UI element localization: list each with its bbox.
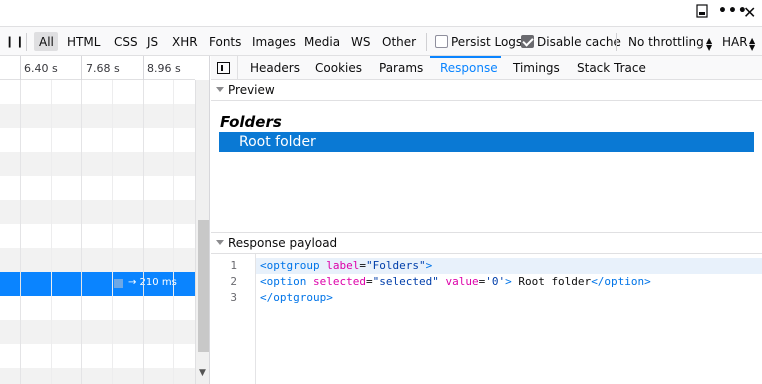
table-row[interactable] xyxy=(0,344,195,368)
tab-cookies[interactable]: Cookies xyxy=(315,61,362,75)
tab-response[interactable]: Response xyxy=(440,61,498,75)
tab-stack-trace[interactable]: Stack Trace xyxy=(577,61,646,75)
table-row[interactable] xyxy=(0,200,195,224)
request-list-scrollbar[interactable]: ▼ xyxy=(195,80,209,384)
table-row[interactable] xyxy=(0,80,195,104)
window-controls: ••• ✕ xyxy=(0,0,762,26)
request-list: 6.40 s 7.68 s 8.96 s → 210 ms ▼ xyxy=(0,56,210,384)
filter-other-button[interactable]: Other xyxy=(382,35,416,49)
dock-side-icon[interactable] xyxy=(696,4,708,22)
filter-xhr-button[interactable]: XHR xyxy=(172,35,198,49)
filter-html-button[interactable]: HTML xyxy=(67,35,100,49)
tab-headers[interactable]: Headers xyxy=(250,61,300,75)
html-preview: Folders Root folder xyxy=(211,102,762,232)
request-rows: → 210 ms xyxy=(0,80,195,384)
toolbar-divider xyxy=(26,33,27,51)
table-row[interactable] xyxy=(0,176,195,200)
grid-line xyxy=(143,80,144,384)
filter-js-button[interactable]: JS xyxy=(147,35,158,49)
close-icon[interactable]: ✕ xyxy=(743,3,756,22)
filter-ws-button[interactable]: WS xyxy=(351,35,370,49)
code-line-2: <option selected="selected" value='0'> R… xyxy=(260,275,651,288)
grid-line xyxy=(20,80,21,384)
pause-icon[interactable]: ❙❙ xyxy=(5,35,25,48)
response-payload-editor[interactable]: 1 2 3 <optgroup label="Folders"> <option… xyxy=(211,254,762,384)
details-tabbar: Headers Cookies Params Response Timings … xyxy=(211,56,762,80)
grid-line xyxy=(81,80,82,384)
filter-fonts-button[interactable]: Fonts xyxy=(209,35,241,49)
disable-cache-label[interactable]: Disable cache xyxy=(537,35,621,49)
timing-label: → 210 ms xyxy=(128,277,177,288)
har-menu-button[interactable]: HAR xyxy=(722,35,748,49)
line-number: 1 xyxy=(230,259,237,272)
filter-css-button[interactable]: CSS xyxy=(114,35,138,49)
details-panel: Headers Cookies Params Response Timings … xyxy=(211,56,762,384)
payload-section-header[interactable]: Response payload xyxy=(211,232,762,254)
payload-label: Response payload xyxy=(228,236,338,250)
scroll-down-icon[interactable]: ▼ xyxy=(199,368,206,378)
line-number: 2 xyxy=(230,275,237,288)
table-row[interactable] xyxy=(0,296,195,320)
persist-logs-label[interactable]: Persist Logs xyxy=(451,35,522,49)
tick-label: 7.68 s xyxy=(86,62,120,75)
select-option[interactable]: Root folder xyxy=(219,132,754,152)
scrollbar-thumb[interactable] xyxy=(198,220,209,352)
tab-params[interactable]: Params xyxy=(379,61,423,75)
active-tab-indicator xyxy=(430,56,501,58)
table-row[interactable] xyxy=(0,248,195,272)
table-row-selected[interactable]: → 210 ms xyxy=(0,272,195,296)
filter-images-button[interactable]: Images xyxy=(252,35,296,49)
code-line-1: <optgroup label="Folders"> xyxy=(256,258,762,274)
preview-label: Preview xyxy=(228,83,275,97)
network-toolbar: ❙❙ All HTML CSS JS XHR Fonts Images Medi… xyxy=(0,26,762,56)
disable-cache-checkbox[interactable] xyxy=(521,35,534,48)
toolbar-divider xyxy=(616,33,617,51)
grid-line xyxy=(51,80,52,384)
tick-label: 8.96 s xyxy=(147,62,181,75)
table-row[interactable] xyxy=(0,368,195,384)
toggle-sidebar-icon[interactable] xyxy=(217,62,230,74)
optgroup-label: Folders xyxy=(220,113,282,131)
preview-section-header[interactable]: Preview xyxy=(211,80,762,101)
grid-line xyxy=(112,80,113,384)
table-row[interactable] xyxy=(0,224,195,248)
line-gutter: 1 2 3 xyxy=(211,254,256,384)
table-row[interactable] xyxy=(0,104,195,128)
code-line-3: </optgroup> xyxy=(260,291,333,304)
waterfall-ruler: 6.40 s 7.68 s 8.96 s xyxy=(0,56,195,80)
throttling-select[interactable]: No throttling xyxy=(628,35,704,49)
filter-all-button[interactable]: All xyxy=(39,35,54,49)
timing-bar xyxy=(114,279,123,288)
toolbar-divider xyxy=(426,33,427,51)
grid-line xyxy=(173,80,174,384)
table-row[interactable] xyxy=(0,152,195,176)
line-number: 3 xyxy=(230,291,237,304)
har-down-icon[interactable]: ▼ xyxy=(749,43,755,52)
table-row[interactable] xyxy=(0,128,195,152)
filter-media-button[interactable]: Media xyxy=(304,35,340,49)
persist-logs-checkbox[interactable] xyxy=(435,35,448,48)
collapse-arrow-icon[interactable] xyxy=(216,240,224,245)
collapse-arrow-icon[interactable] xyxy=(216,87,224,92)
throttling-down-icon[interactable]: ▼ xyxy=(706,43,712,52)
tick-label: 6.40 s xyxy=(24,62,58,75)
table-row[interactable] xyxy=(0,320,195,344)
tab-timings[interactable]: Timings xyxy=(513,61,560,75)
